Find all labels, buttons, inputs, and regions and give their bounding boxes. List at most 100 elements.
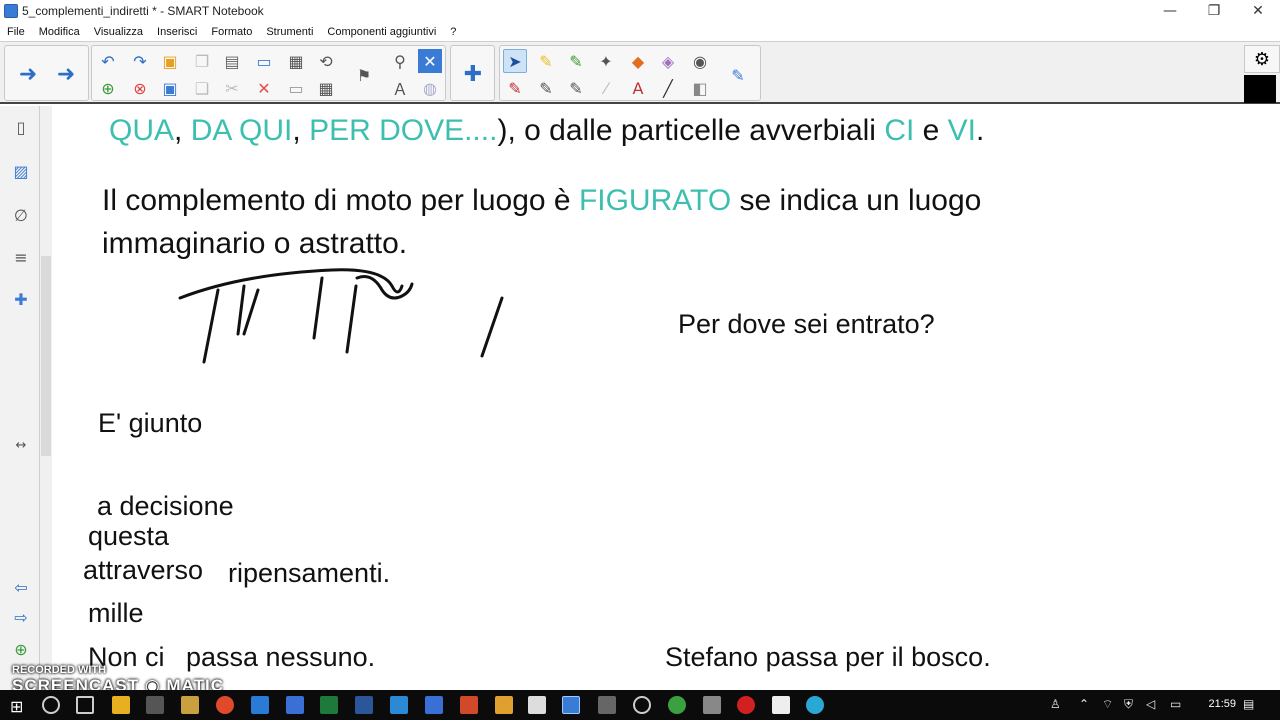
paste-disabled-icon[interactable]: ❏ <box>190 76 214 100</box>
edge-icon[interactable] <box>286 696 304 714</box>
globe-icon[interactable]: ◍ <box>418 76 442 100</box>
word-icon[interactable] <box>355 696 373 714</box>
handwriting-drawing[interactable] <box>152 256 572 376</box>
wifi-icon[interactable]: ⌔ <box>1102 697 1113 712</box>
menu-modifica[interactable]: Modifica <box>32 26 87 38</box>
skype-icon[interactable] <box>806 696 824 714</box>
settings-icon[interactable]: ⚙ <box>1244 45 1280 73</box>
pencil-icon[interactable]: ✎ <box>564 76 588 100</box>
cut-icon[interactable]: ✂ <box>220 76 244 100</box>
smart-notebook-taskbar-icon[interactable] <box>562 696 580 714</box>
properties-icon[interactable]: ✎ <box>726 63 750 87</box>
text-icon[interactable]: A <box>626 76 650 100</box>
app-icon-1[interactable] <box>146 696 164 714</box>
title-bar: 5_complementi_indiretti * - SMART Notebo… <box>0 0 1280 22</box>
back-arrow-icon[interactable]: ➜ <box>11 57 45 91</box>
menu-visualizza[interactable]: Visualizza <box>87 26 150 38</box>
eraser-icon[interactable]: ◈ <box>656 49 680 73</box>
app-icon-6[interactable] <box>668 696 686 714</box>
app-icon-5[interactable] <box>495 696 513 714</box>
calligraphy-pen-icon[interactable]: ✎ <box>534 76 558 100</box>
close-button[interactable]: ✕ <box>1236 0 1280 22</box>
close-x-icon[interactable]: ✕ <box>418 49 442 73</box>
excel-icon[interactable] <box>320 696 338 714</box>
addons-tab-icon[interactable]: ✚ <box>8 286 34 312</box>
select-icon[interactable]: ➤ <box>503 49 527 73</box>
redo-icon[interactable]: ↷ <box>128 49 152 73</box>
search-icon[interactable] <box>42 696 60 714</box>
app-icon-3[interactable] <box>251 696 269 714</box>
menu-componenti[interactable]: Componenti aggiuntivi <box>320 26 443 38</box>
search-icon[interactable]: ⚲ <box>388 49 412 73</box>
move-sidebar-icon[interactable]: ↔ <box>8 432 34 458</box>
notifications-icon[interactable]: ▤ <box>1243 697 1254 711</box>
vertical-scrollbar[interactable] <box>40 106 52 690</box>
task-view-icon[interactable] <box>76 696 94 714</box>
properties-tab-icon[interactable]: ≡ <box>8 244 34 270</box>
next-page-icon[interactable]: ⇨ <box>8 604 34 630</box>
menu-formato[interactable]: Formato <box>204 26 259 38</box>
camera-icon[interactable]: ▦ <box>284 49 308 73</box>
creative-pen-icon[interactable]: ✎ <box>503 76 527 100</box>
open-icon[interactable]: ▣ <box>158 49 182 73</box>
menu-help[interactable]: ? <box>443 26 463 38</box>
page-sorter-icon[interactable]: ▯ <box>8 114 34 140</box>
taskbar-clock[interactable]: 21:59 <box>1208 698 1236 710</box>
highlighter-icon[interactable]: ✎ <box>564 49 588 73</box>
add-page-sidebar-icon[interactable]: ⊕ <box>8 636 34 662</box>
notebook-canvas[interactable]: QUA, DA QUI, PER DOVE....), o dalle part… <box>52 106 1280 690</box>
scrollbar-thumb[interactable] <box>41 256 51 456</box>
line-icon[interactable]: ╱ <box>656 76 680 100</box>
add-page-icon[interactable]: ⊕ <box>96 76 120 100</box>
puzzle-icon[interactable]: ✚ <box>456 57 490 91</box>
app-icon-2[interactable] <box>181 696 199 714</box>
gallery-icon[interactable]: ▨ <box>8 158 34 184</box>
pen-icon[interactable]: ✎ <box>534 49 558 73</box>
powerpoint-icon[interactable] <box>460 696 478 714</box>
tray-expand-icon[interactable]: ⌃ <box>1079 697 1089 711</box>
keyboard-icon[interactable]: ▭ <box>1170 697 1181 711</box>
security-icon[interactable]: ⛨ <box>1124 697 1133 712</box>
attachments-icon[interactable]: ∅ <box>8 202 34 228</box>
forward-arrow-icon[interactable]: ➜ <box>49 57 83 91</box>
opera-icon[interactable] <box>737 696 755 714</box>
menu-file[interactable]: File <box>0 26 32 38</box>
text-ripensamenti: ripensamenti. <box>228 558 391 588</box>
app-icon-7[interactable] <box>703 696 721 714</box>
dropbox-icon[interactable] <box>390 696 408 714</box>
prev-page-icon[interactable]: ⇦ <box>8 574 34 600</box>
fill-icon[interactable]: ◉ <box>688 49 712 73</box>
shapes-icon[interactable]: ◆ <box>626 49 650 73</box>
delete-icon[interactable]: ✕ <box>252 76 276 100</box>
notepad-icon[interactable] <box>772 696 790 714</box>
restore-button[interactable]: ❐ <box>1192 0 1236 22</box>
save-icon[interactable]: ▣ <box>158 76 182 100</box>
sidebar: ▯ ▨ ∅ ≡ ✚ ↔ ⇦ ⇨ ⊕ <box>0 106 40 690</box>
people-icon[interactable]: ♙ <box>1050 697 1061 711</box>
file-explorer-icon[interactable] <box>112 696 130 714</box>
screencast-icon[interactable] <box>633 696 651 714</box>
delete-page-icon[interactable]: ⊗ <box>128 76 152 100</box>
text-figurato: FIGURATO <box>578 184 732 217</box>
table-icon[interactable]: ▦ <box>314 76 338 100</box>
rotate-icon[interactable]: ⟲ <box>314 49 338 73</box>
volume-icon[interactable]: ◁ <box>1146 697 1155 711</box>
measure-icon[interactable]: Ａ <box>388 76 412 100</box>
paste-icon[interactable]: ▤ <box>220 49 244 73</box>
app-icon-4[interactable] <box>425 696 443 714</box>
copy-icon[interactable]: ❐ <box>190 49 214 73</box>
calendar-icon[interactable] <box>528 696 546 714</box>
menu-inserisci[interactable]: Inserisci <box>150 26 204 38</box>
document-camera-icon[interactable]: ⚑ <box>352 63 376 87</box>
eraser-2-icon[interactable]: ◧ <box>688 76 712 100</box>
brush-icon[interactable]: ⁄ <box>594 76 618 100</box>
menu-strumenti[interactable]: Strumenti <box>259 26 320 38</box>
minimize-button[interactable]: — <box>1148 0 1192 22</box>
chrome-icon[interactable] <box>216 696 234 714</box>
magic-pen-icon[interactable]: ✦ <box>594 49 618 73</box>
undo-icon[interactable]: ↶ <box>96 49 120 73</box>
show-hide-icon[interactable]: ▭ <box>284 76 308 100</box>
calculator-icon[interactable] <box>598 696 616 714</box>
windows-start-icon[interactable]: ⊞ <box>10 697 23 716</box>
screen-capture-icon[interactable]: ▭ <box>252 49 276 73</box>
